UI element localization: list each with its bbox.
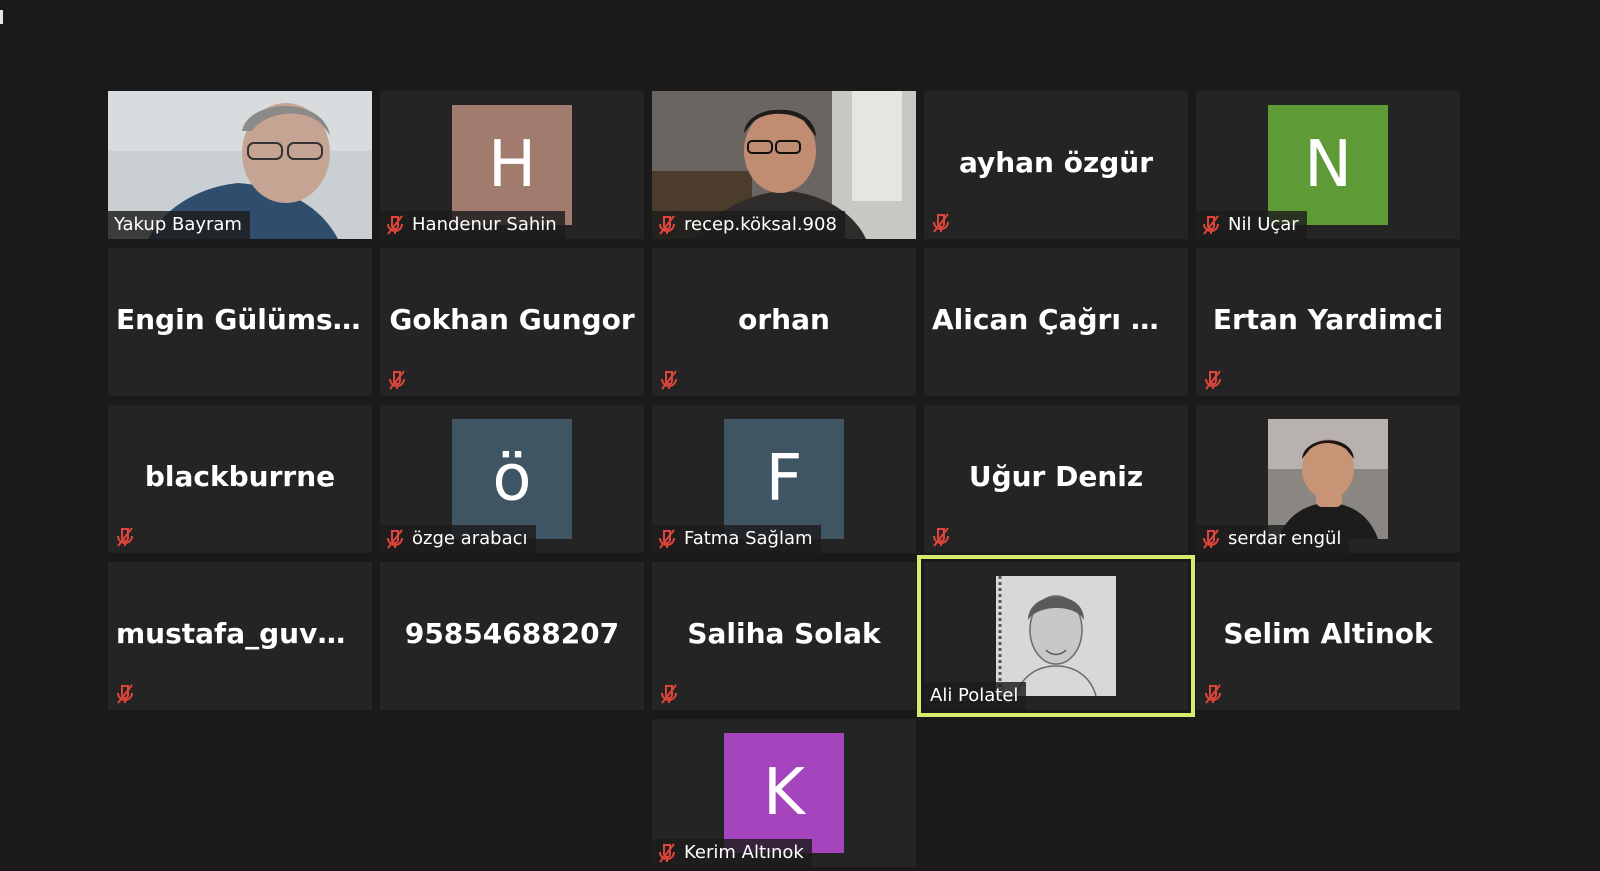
gallery-grid: Yakup Bayram H Handenur Sahin recep.köks… [108,91,1464,871]
participant-tile-alican-cagri[interactable]: Alican Çağrı Gö... [924,248,1188,396]
participant-avatar: K [724,733,844,853]
microphone-muted-icon [660,370,678,390]
participant-avatar: H [452,105,572,225]
participant-tile-recep-koksal[interactable]: recep.köksal.908 [652,91,916,239]
participant-name-display: Engin Gülümser [116,303,366,336]
participant-tile-ayhan-ozgur[interactable]: ayhan özgür [924,91,1188,239]
participant-tile-fatma-saglam[interactable]: F Fatma Sağlam [652,405,916,553]
participant-name: özge arabacı [412,528,528,549]
participant-tile-ozge-arabaci[interactable]: ö özge arabacı [380,405,644,553]
participant-name-display: orhan [738,303,830,336]
participant-name: Handenur Sahin [412,214,557,235]
participant-name-display: Saliha Solak [687,617,881,650]
microphone-muted-icon [388,370,406,390]
participant-profile-photo [996,576,1116,696]
participant-name: recep.köksal.908 [684,214,837,235]
participant-avatar: N [1268,105,1388,225]
participant-tile-ali-polatel-active-speaker[interactable]: Ali Polatel [917,555,1195,717]
participant-tile-ugur-deniz[interactable]: Uğur Deniz [924,405,1188,553]
microphone-muted-icon [660,684,678,704]
participant-avatar: ö [452,419,572,539]
participant-name-display: Uğur Deniz [968,460,1144,493]
participant-name-display: Ertan Yardimci [1212,303,1444,336]
microphone-muted-icon [1202,215,1220,235]
participant-name: Fatma Sağlam [684,528,813,549]
participant-name-display: 95854688207 [404,617,620,650]
participant-tile-saliha-solak[interactable]: Saliha Solak [652,562,916,710]
participant-tile-blackburrne[interactable]: blackburrne [108,405,372,553]
microphone-muted-icon [116,684,134,704]
participant-name-display: blackburrne [144,460,336,493]
participant-name-label: Nil Uçar [1196,211,1307,239]
microphone-muted-icon [386,215,404,235]
participant-tile-yakup-bayram[interactable]: Yakup Bayram [108,91,372,239]
participant-name: serdar engül [1228,528,1342,549]
participant-avatar: F [724,419,844,539]
participant-tile-nil-ucar[interactable]: N Nil Uçar [1196,91,1460,239]
microphone-muted-icon [1202,529,1220,549]
participant-name-label: Yakup Bayram [108,211,250,239]
microphone-muted-icon [658,215,676,235]
participant-tile-ertan-yardimci[interactable]: Ertan Yardimci [1196,248,1460,396]
participant-tile-serdar-engul[interactable]: serdar engül [1196,405,1460,553]
microphone-muted-icon [1204,370,1222,390]
participant-tile-selim-altinok[interactable]: Selim Altinok [1196,562,1460,710]
participant-name-display: Selim Altinok [1223,617,1433,650]
microphone-muted-icon [1204,684,1222,704]
microphone-muted-icon [932,213,950,233]
microphone-muted-icon [658,843,676,863]
participant-tile-engin-gulumser[interactable]: Engin Gülümser [108,248,372,396]
participant-tile-orhan[interactable]: orhan [652,248,916,396]
participant-name: Yakup Bayram [114,214,242,235]
participant-name-label: özge arabacı [380,525,536,553]
participant-name-display: Alican Çağrı Gö... [932,303,1188,336]
participant-name: Nil Uçar [1228,214,1299,235]
microphone-muted-icon [658,529,676,549]
participant-tile-handenur-sahin[interactable]: H Handenur Sahin [380,91,644,239]
participant-name-label: Handenur Sahin [380,211,565,239]
participant-name-label: Kerim Altınok [652,839,812,867]
microphone-muted-icon [116,527,134,547]
participant-name-label: serdar engül [1196,525,1350,553]
participant-name-label: Ali Polatel [924,682,1027,710]
participant-tile-phone-number[interactable]: 95854688207 [380,562,644,710]
participant-name-display: mustafa_guvenli [116,617,372,650]
participant-name-label: Fatma Sağlam [652,525,821,553]
participant-name: Ali Polatel [930,685,1019,706]
window-edge-marker [0,10,3,24]
microphone-muted-icon [932,527,950,547]
participant-tile-mustafa-guvenli[interactable]: mustafa_guvenli [108,562,372,710]
participant-profile-photo [1268,419,1388,539]
participant-name: Kerim Altınok [684,842,804,863]
microphone-muted-icon [386,529,404,549]
participant-name-display: ayhan özgür [958,146,1154,179]
participant-tile-gokhan-gungor[interactable]: Gokhan Gungor [380,248,644,396]
participant-name-label: recep.köksal.908 [652,211,845,239]
participant-name-display: Gokhan Gungor [389,303,635,336]
participant-tile-kerim-altinok[interactable]: K Kerim Altınok [652,719,916,867]
